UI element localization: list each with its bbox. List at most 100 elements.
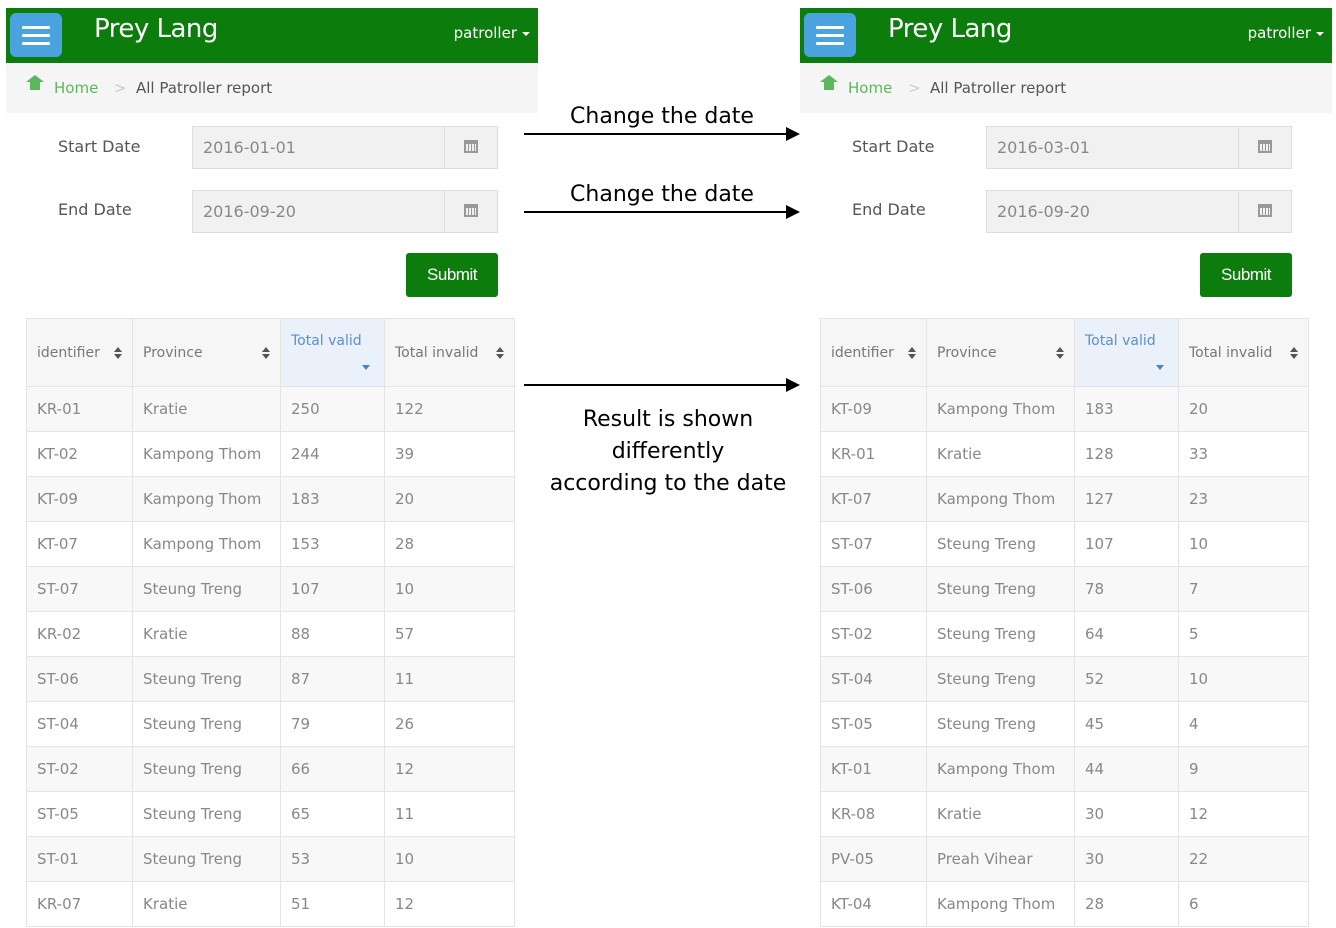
column-header-total-valid[interactable]: Total valid <box>280 318 385 387</box>
cell-province: Kampong Thom <box>132 431 281 477</box>
breadcrumb-home-link[interactable]: Home <box>54 79 98 97</box>
table-row: KT-01 Kampong Thom 44 9 <box>820 746 1309 792</box>
brand-title[interactable]: Prey Lang <box>888 14 1012 44</box>
sort-desc-icon <box>1156 365 1164 370</box>
cell-province: Kratie <box>926 431 1075 477</box>
column-header-label: Total invalid <box>395 344 479 361</box>
hamburger-menu-icon[interactable] <box>804 13 856 57</box>
table-row: KT-07 Kampong Thom 153 28 <box>26 521 515 567</box>
cell-total-invalid: 10 <box>384 566 515 612</box>
start-date-label: Start Date <box>852 137 935 156</box>
cell-identifier: KT-09 <box>26 476 133 522</box>
cell-identifier: ST-02 <box>26 746 133 792</box>
breadcrumb-current: All Patroller report <box>136 79 273 97</box>
cell-identifier: KR-08 <box>820 791 927 837</box>
cell-total-valid: 30 <box>1074 791 1179 837</box>
start-date-input[interactable]: 2016-03-01 <box>986 126 1292 169</box>
start-date-picker-button[interactable] <box>1238 127 1291 168</box>
annotation-change-start-date: Change the date <box>570 104 754 129</box>
submit-button[interactable]: Submit <box>406 253 498 297</box>
left-screen: Prey Lang patroller Home > All Patroller… <box>6 8 538 928</box>
end-date-input[interactable]: 2016-09-20 <box>986 190 1292 233</box>
cell-total-valid: 52 <box>1074 656 1179 702</box>
cell-total-invalid: 23 <box>1178 476 1309 522</box>
calendar-icon <box>464 204 478 217</box>
cell-total-valid: 183 <box>1074 386 1179 432</box>
start-date-input[interactable]: 2016-01-01 <box>192 126 498 169</box>
cell-total-valid: 250 <box>280 386 385 432</box>
cell-total-invalid: 12 <box>384 881 515 927</box>
cell-province: Steung Treng <box>132 836 281 882</box>
cell-total-invalid: 6 <box>1178 881 1309 927</box>
sort-icon <box>262 347 270 359</box>
cell-province: Preah Vihear <box>926 836 1075 882</box>
cell-identifier: ST-05 <box>26 791 133 837</box>
cell-total-invalid: 11 <box>384 656 515 702</box>
cell-identifier: KR-01 <box>820 431 927 477</box>
table-row: KT-04 Kampong Thom 28 6 <box>820 881 1309 927</box>
arrow-right-icon <box>524 378 800 392</box>
cell-province: Kampong Thom <box>926 386 1075 432</box>
cell-identifier: PV-05 <box>820 836 927 882</box>
breadcrumb-separator: > <box>114 79 127 97</box>
column-header-identifier[interactable]: identifier <box>26 318 133 387</box>
column-header-label: identifier <box>831 344 894 361</box>
column-header-identifier[interactable]: identifier <box>820 318 927 387</box>
cell-province: Steung Treng <box>132 791 281 837</box>
column-header-total-invalid[interactable]: Total invalid <box>384 318 515 387</box>
cell-identifier: ST-06 <box>820 566 927 612</box>
report-table: identifier Province Total valid Total in… <box>26 318 515 927</box>
cell-total-invalid: 12 <box>384 746 515 792</box>
cell-total-valid: 45 <box>1074 701 1179 747</box>
start-date-picker-button[interactable] <box>444 127 497 168</box>
cell-total-valid: 183 <box>280 476 385 522</box>
table-row: KR-01 Kratie 128 33 <box>820 431 1309 477</box>
user-menu-label: patroller <box>1247 24 1311 42</box>
end-date-input[interactable]: 2016-09-20 <box>192 190 498 233</box>
cell-identifier: ST-07 <box>26 566 133 612</box>
table-row: ST-07 Steung Treng 107 10 <box>820 521 1309 567</box>
hamburger-menu-icon[interactable] <box>10 13 62 57</box>
cell-province: Steung Treng <box>132 701 281 747</box>
table-row: ST-01 Steung Treng 53 10 <box>26 836 515 882</box>
table-row: KR-08 Kratie 30 12 <box>820 791 1309 837</box>
cell-total-invalid: 122 <box>384 386 515 432</box>
cell-province: Kratie <box>926 791 1075 837</box>
calendar-icon <box>1258 140 1272 153</box>
cell-total-invalid: 5 <box>1178 611 1309 657</box>
column-header-province[interactable]: Province <box>926 318 1075 387</box>
breadcrumb-home-link[interactable]: Home <box>848 79 892 97</box>
column-header-total-invalid[interactable]: Total invalid <box>1178 318 1309 387</box>
annotation-result: Result is shown differently according to… <box>530 404 806 500</box>
cell-province: Kratie <box>132 611 281 657</box>
end-date-value: 2016-09-20 <box>997 202 1090 221</box>
cell-total-valid: 127 <box>1074 476 1179 522</box>
end-date-picker-button[interactable] <box>1238 191 1291 232</box>
user-menu[interactable]: patroller <box>1248 24 1324 42</box>
cell-total-invalid: 39 <box>384 431 515 477</box>
cell-identifier: ST-06 <box>26 656 133 702</box>
cell-total-valid: 244 <box>280 431 385 477</box>
caret-down-icon <box>1316 31 1324 36</box>
cell-total-valid: 66 <box>280 746 385 792</box>
annotation-change-end-date: Change the date <box>570 182 754 207</box>
home-icon <box>820 75 838 93</box>
sort-icon <box>908 347 916 359</box>
user-menu[interactable]: patroller <box>454 24 530 42</box>
report-table: identifier Province Total valid Total in… <box>820 318 1309 927</box>
cell-total-valid: 64 <box>1074 611 1179 657</box>
table-row: ST-06 Steung Treng 87 11 <box>26 656 515 702</box>
navbar: Prey Lang patroller <box>6 8 538 63</box>
cell-identifier: KR-01 <box>26 386 133 432</box>
cell-total-invalid: 33 <box>1178 431 1309 477</box>
brand-title[interactable]: Prey Lang <box>94 14 218 44</box>
end-date-label: End Date <box>58 200 132 219</box>
calendar-icon <box>1258 204 1272 217</box>
table-row: KR-02 Kratie 88 57 <box>26 611 515 657</box>
end-date-picker-button[interactable] <box>444 191 497 232</box>
cell-province: Steung Treng <box>926 521 1075 567</box>
submit-button[interactable]: Submit <box>1200 253 1292 297</box>
column-header-total-valid[interactable]: Total valid <box>1074 318 1179 387</box>
column-header-province[interactable]: Province <box>132 318 281 387</box>
cell-total-valid: 128 <box>1074 431 1179 477</box>
